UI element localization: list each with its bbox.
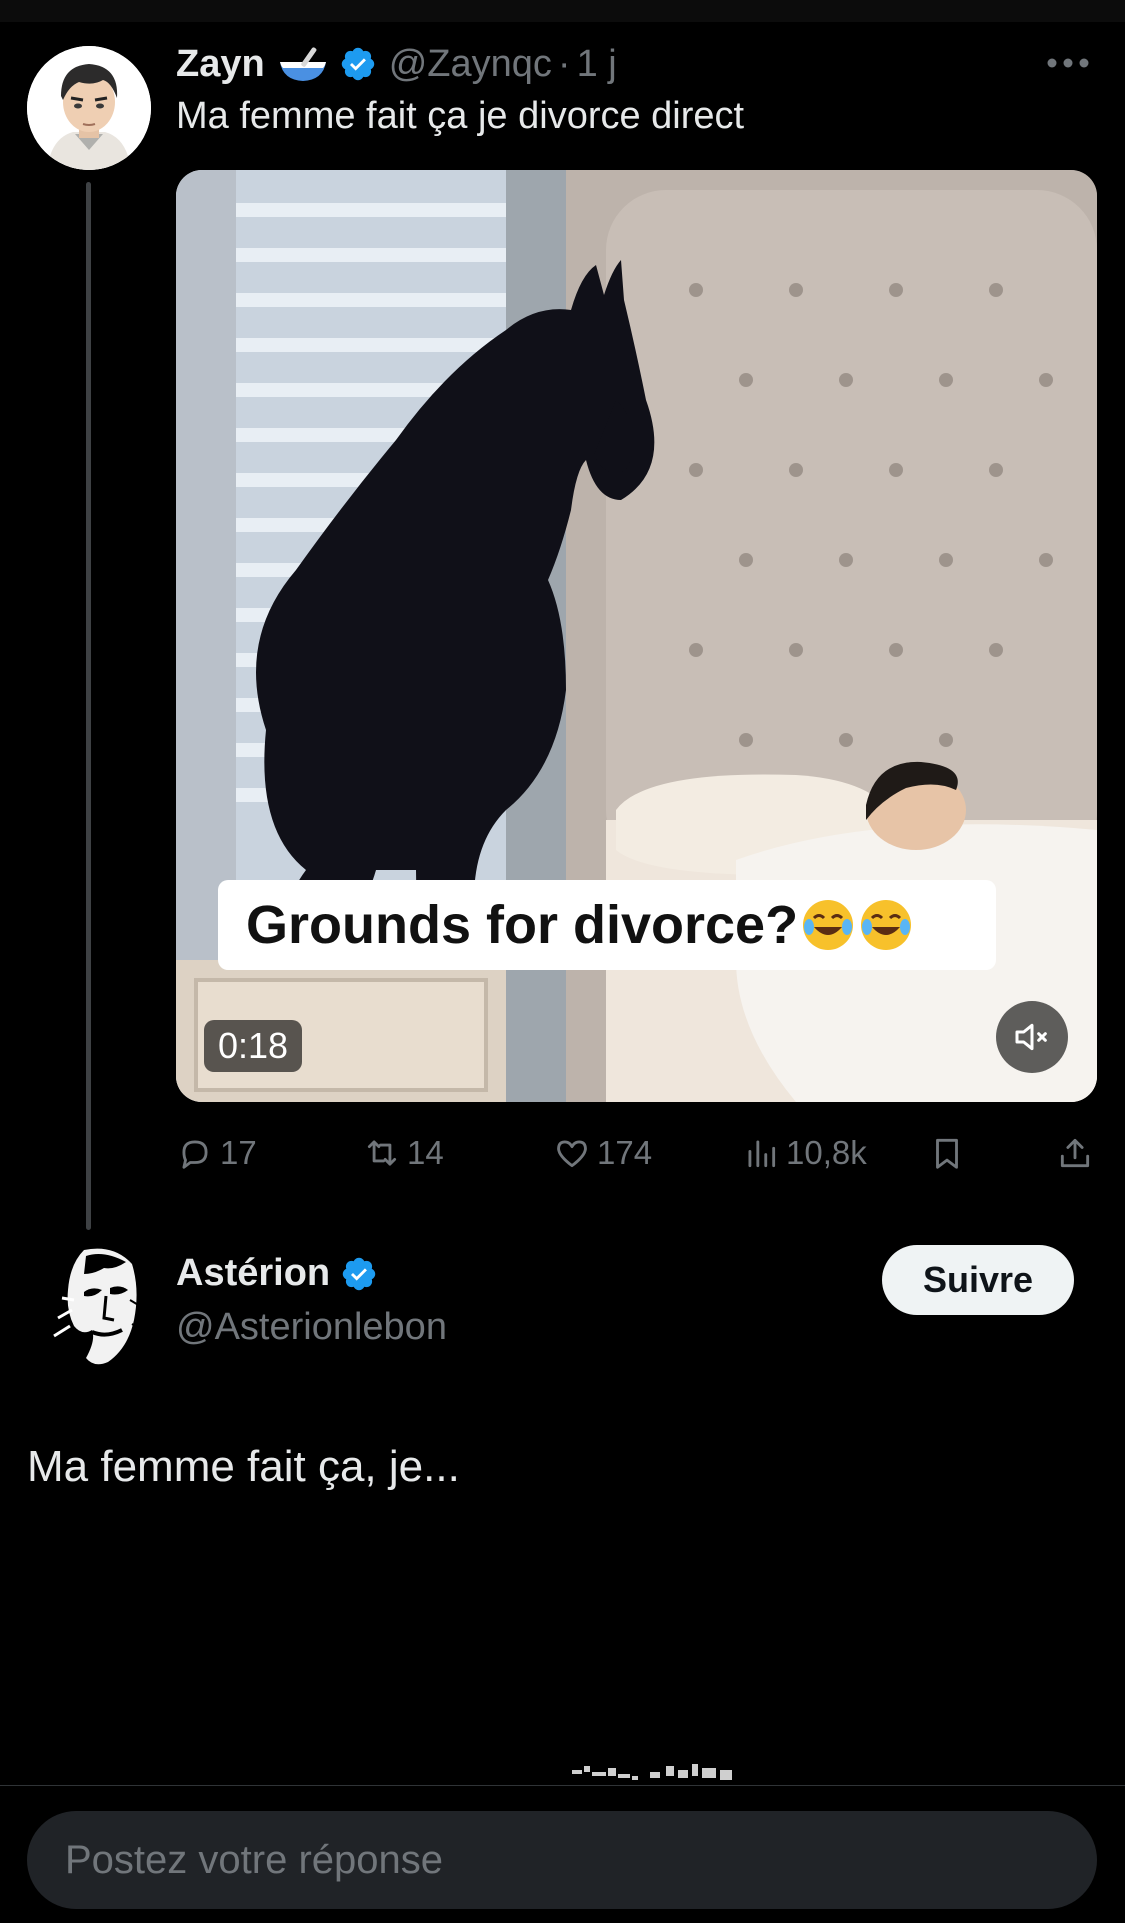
avatar-illustration xyxy=(27,46,151,170)
reply-composer[interactable] xyxy=(27,1811,1097,1909)
separator-dot: · xyxy=(557,42,571,85)
thread-connector-line xyxy=(86,182,91,1230)
status-bar xyxy=(0,0,1125,22)
bookmark-icon xyxy=(936,1138,958,1169)
views-button[interactable]: 10,8k xyxy=(742,1128,867,1178)
repost-button[interactable]: 14 xyxy=(363,1128,444,1178)
reply-button[interactable]: 17 xyxy=(176,1128,257,1178)
verified-badge-icon xyxy=(340,1255,378,1293)
views-count: 10,8k xyxy=(786,1134,867,1171)
heart-icon xyxy=(557,1140,587,1168)
video-duration: 0:18 xyxy=(204,1020,303,1072)
tweet-header: Zayn @Zaynqc · 1 j xyxy=(176,38,617,90)
author-name[interactable]: Zayn xyxy=(176,43,265,86)
video-caption-text: Grounds for divorce? xyxy=(246,895,799,955)
share-button[interactable] xyxy=(1056,1128,1100,1178)
tweet-actions: 17 14 174 10,8k xyxy=(0,1128,1125,1178)
reply-author-handle[interactable]: @Asterionlebon xyxy=(176,1306,447,1349)
avatar-asterion[interactable] xyxy=(44,1240,144,1370)
avatar-illustration xyxy=(44,1240,144,1370)
reply-count: 17 xyxy=(220,1134,257,1171)
reply-input[interactable] xyxy=(63,1836,1097,1884)
partial-image-fragment xyxy=(572,1764,732,1780)
share-icon xyxy=(1060,1138,1090,1168)
more-options-icon[interactable] xyxy=(1044,50,1092,76)
tweet-text: Ma femme fait ça je divorce direct xyxy=(176,95,745,137)
laughing-emoji-icon xyxy=(858,897,914,953)
unmute-button[interactable] xyxy=(996,1001,1068,1073)
bowl-emoji-icon xyxy=(277,44,329,84)
reply-icon xyxy=(182,1140,208,1169)
tweet-video[interactable]: Grounds for divorce? 0:18 xyxy=(176,170,1097,1102)
like-button[interactable]: 174 xyxy=(553,1128,652,1178)
verified-badge-icon xyxy=(339,45,377,83)
views-icon xyxy=(748,1140,776,1168)
bookmark-button[interactable] xyxy=(928,1128,972,1178)
like-count: 174 xyxy=(597,1134,653,1171)
reply-author-name-row: Astérion xyxy=(176,1252,378,1295)
video-caption: Grounds for divorce? xyxy=(218,880,996,970)
laughing-emoji-icon xyxy=(800,897,856,953)
tweet-timestamp[interactable]: 1 j xyxy=(577,43,617,86)
reply-text: Ma femme fait ça, je... xyxy=(27,1442,460,1491)
repost-count: 14 xyxy=(407,1134,444,1171)
speaker-muted-icon xyxy=(1015,1023,1047,1051)
avatar-zayn[interactable] xyxy=(27,46,151,170)
compose-divider xyxy=(0,1785,1125,1786)
repost-icon xyxy=(367,1140,397,1166)
author-handle[interactable]: @Zaynqc xyxy=(389,43,552,86)
reply-author-name[interactable]: Astérion xyxy=(176,1252,330,1295)
follow-button[interactable]: Suivre xyxy=(882,1245,1074,1315)
